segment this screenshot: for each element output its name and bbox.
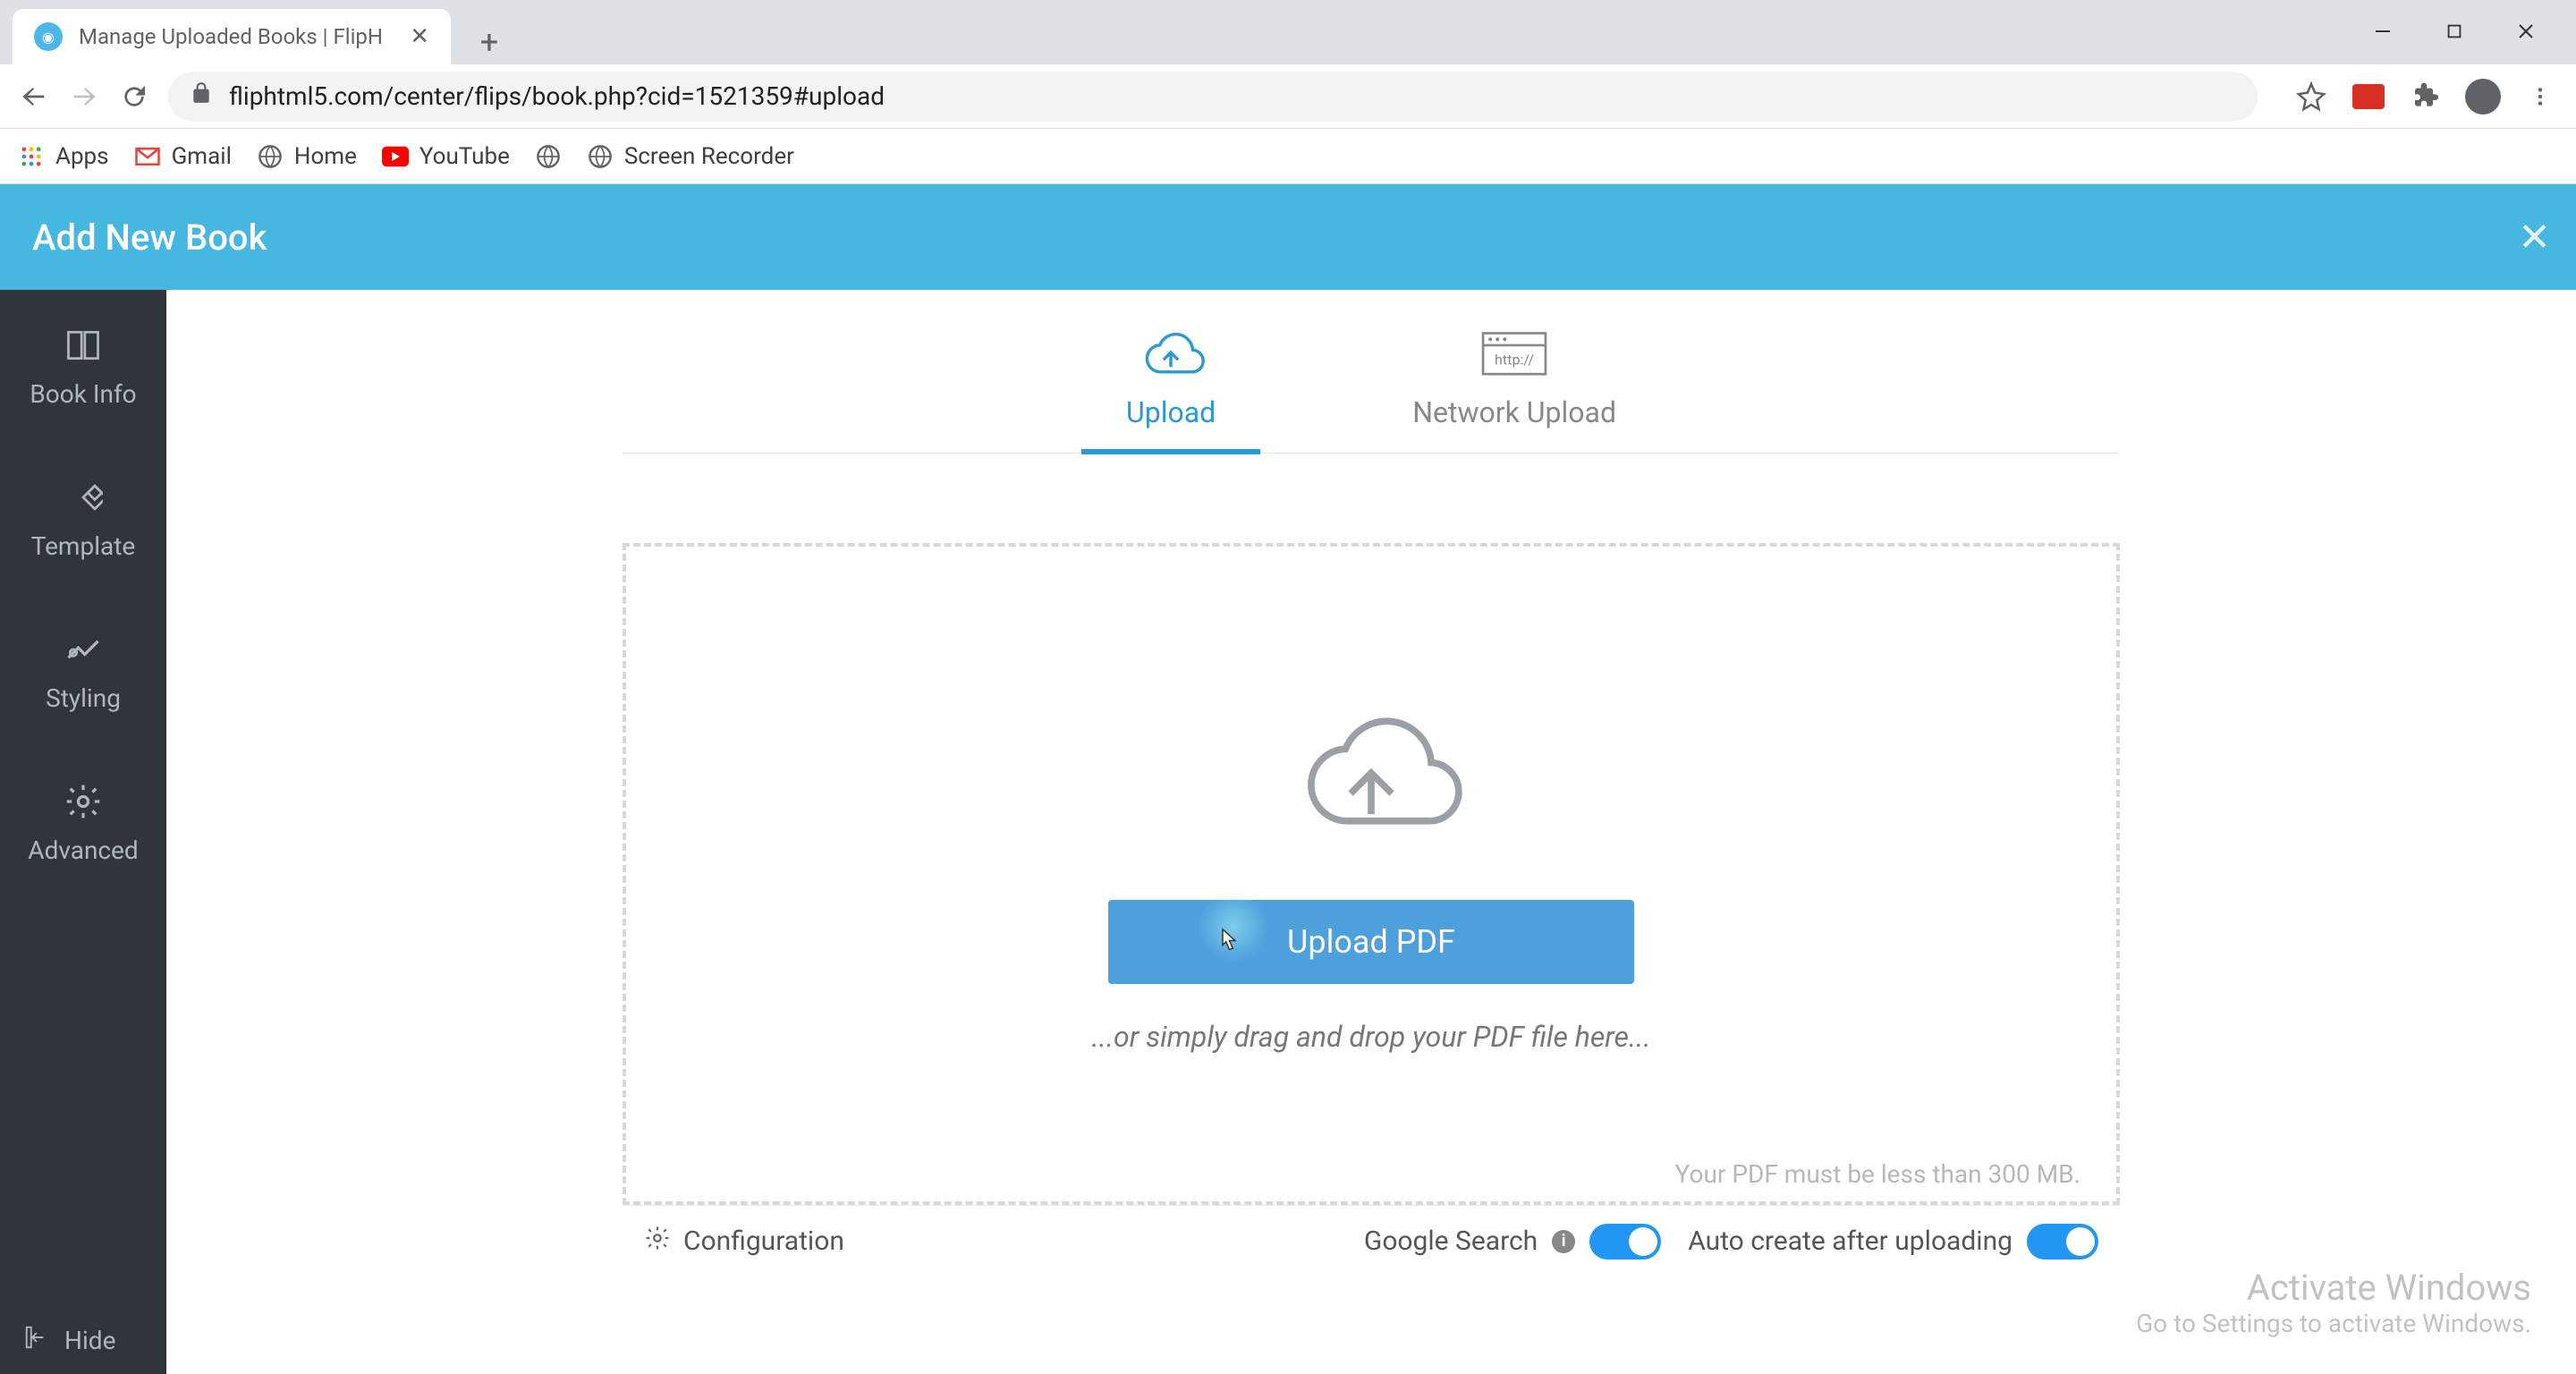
- forward-button[interactable]: [68, 81, 100, 113]
- sidebar-item-book-info[interactable]: Book Info: [0, 290, 166, 442]
- tab-label: Network Upload: [1412, 395, 1616, 429]
- back-button[interactable]: [18, 81, 50, 113]
- button-label: Upload PDF: [1287, 923, 1455, 961]
- tab-upload[interactable]: Upload: [1126, 326, 1216, 453]
- bookmark-label: Gmail: [172, 143, 232, 170]
- window-controls: [2342, 0, 2567, 63]
- cursor-pointer-icon: [1214, 925, 1241, 961]
- config-label: Configuration: [683, 1226, 844, 1257]
- bookmark-label: Screen Recorder: [624, 143, 794, 170]
- bookmark-label: Apps: [55, 143, 109, 170]
- globe-icon: [587, 143, 614, 170]
- extension-red-icon[interactable]: [2351, 79, 2386, 114]
- cloud-upload-icon: [1131, 326, 1211, 379]
- bookmark-globe-1[interactable]: [535, 143, 562, 170]
- maximize-icon[interactable]: [2436, 18, 2472, 45]
- sidebar-item-template[interactable]: Template: [0, 442, 166, 594]
- browser-window-icon: http://: [1474, 326, 1555, 379]
- content-area: Upload http:// Network Upload Upload PDF…: [166, 290, 2576, 1374]
- bookmark-label: Home: [294, 143, 357, 170]
- windows-activation-watermark: Activate Windows Go to Settings to activ…: [2136, 1267, 2531, 1338]
- tab-favicon-icon: ◉: [34, 22, 63, 51]
- watermark-subtitle: Go to Settings to activate Windows.: [2136, 1309, 2531, 1338]
- book-info-icon: [62, 324, 105, 367]
- google-search-toggle-group: Google Search i: [1364, 1224, 1661, 1260]
- close-tab-icon[interactable]: ✕: [410, 23, 429, 50]
- close-window-icon[interactable]: [2508, 18, 2544, 45]
- google-search-label: Google Search: [1364, 1226, 1538, 1257]
- url-box[interactable]: fliphtml5.com/center/flips/book.php?cid=…: [168, 72, 2258, 122]
- tab-title: Manage Uploaded Books | FlipH: [79, 24, 394, 49]
- gear-icon: [62, 780, 105, 823]
- extensions-icon[interactable]: [2408, 79, 2444, 114]
- upload-footer: Configuration Google Search i Auto creat…: [623, 1205, 2120, 1276]
- bookmark-apps[interactable]: Apps: [18, 143, 109, 170]
- google-search-toggle[interactable]: [1589, 1224, 1661, 1260]
- auto-create-toggle-group: Auto create after uploading: [1688, 1224, 2098, 1260]
- browser-tab-strip: ◉ Manage Uploaded Books | FlipH ✕ +: [0, 0, 2576, 64]
- app-header: Add New Book ✕: [0, 184, 2576, 290]
- tab-network-upload[interactable]: http:// Network Upload: [1412, 326, 1616, 453]
- svg-text:http://: http://: [1495, 351, 1534, 368]
- upload-dropzone[interactable]: Upload PDF ...or simply drag and drop yo…: [623, 543, 2120, 1205]
- url-text: fliphtml5.com/center/flips/book.php?cid=…: [229, 81, 885, 111]
- upload-pdf-button[interactable]: Upload PDF: [1108, 900, 1634, 984]
- sidebar-label: Book Info: [30, 379, 136, 409]
- globe-icon: [257, 143, 284, 170]
- cloud-upload-large-icon: [1268, 694, 1474, 855]
- upload-tabs: Upload http:// Network Upload: [623, 326, 2120, 454]
- sidebar-hide-button[interactable]: Hide: [0, 1306, 166, 1374]
- star-icon[interactable]: [2293, 79, 2329, 114]
- profile-avatar-icon[interactable]: [2465, 79, 2501, 114]
- sidebar-label: Template: [31, 531, 136, 561]
- minimize-icon[interactable]: [2365, 18, 2401, 45]
- browser-tab[interactable]: ◉ Manage Uploaded Books | FlipH ✕: [13, 9, 451, 64]
- apps-grid-icon: [18, 143, 45, 170]
- size-limit-note: Your PDF must be less than 300 MB.: [1675, 1159, 2080, 1189]
- sidebar-item-advanced[interactable]: Advanced: [0, 746, 166, 898]
- sidebar-label: Advanced: [28, 835, 138, 865]
- bookmark-home[interactable]: Home: [257, 143, 357, 170]
- close-dialog-icon[interactable]: ✕: [2518, 214, 2551, 260]
- sidebar: Book Info Template Styling Advanced Hide: [0, 290, 166, 1374]
- info-icon[interactable]: i: [1552, 1230, 1575, 1253]
- globe-icon: [535, 143, 562, 170]
- watermark-title: Activate Windows: [2136, 1267, 2531, 1309]
- sidebar-label: Styling: [46, 683, 121, 713]
- drop-hint: ...or simply drag and drop your PDF file…: [1091, 1020, 1650, 1054]
- auto-create-label: Auto create after uploading: [1688, 1226, 2012, 1257]
- tab-label: Upload: [1126, 395, 1216, 429]
- hide-label: Hide: [64, 1326, 115, 1355]
- bookmarks-bar: Apps Gmail Home YouTube Screen Recorder: [0, 129, 2576, 184]
- gmail-icon: [134, 143, 161, 170]
- template-icon: [62, 476, 105, 519]
- youtube-icon: [382, 143, 409, 170]
- lock-icon: [190, 81, 213, 111]
- bookmark-youtube[interactable]: YouTube: [382, 143, 510, 170]
- bookmark-label: YouTube: [419, 143, 510, 170]
- main-layout: Book Info Template Styling Advanced Hide: [0, 290, 2576, 1374]
- reload-button[interactable]: [118, 81, 150, 113]
- address-bar: fliphtml5.com/center/flips/book.php?cid=…: [0, 64, 2576, 129]
- auto-create-toggle[interactable]: [2027, 1224, 2098, 1260]
- collapse-icon: [23, 1324, 50, 1357]
- page-title: Add New Book: [32, 216, 267, 259]
- configuration-button[interactable]: Configuration: [644, 1225, 844, 1259]
- menu-icon[interactable]: [2522, 79, 2558, 114]
- styling-icon: [62, 628, 105, 671]
- gear-icon: [644, 1225, 671, 1259]
- new-tab-button[interactable]: +: [467, 20, 512, 64]
- sidebar-item-styling[interactable]: Styling: [0, 594, 166, 746]
- click-ripple-icon: [1198, 891, 1269, 963]
- bookmark-gmail[interactable]: Gmail: [134, 143, 232, 170]
- bookmark-screen-recorder[interactable]: Screen Recorder: [587, 143, 794, 170]
